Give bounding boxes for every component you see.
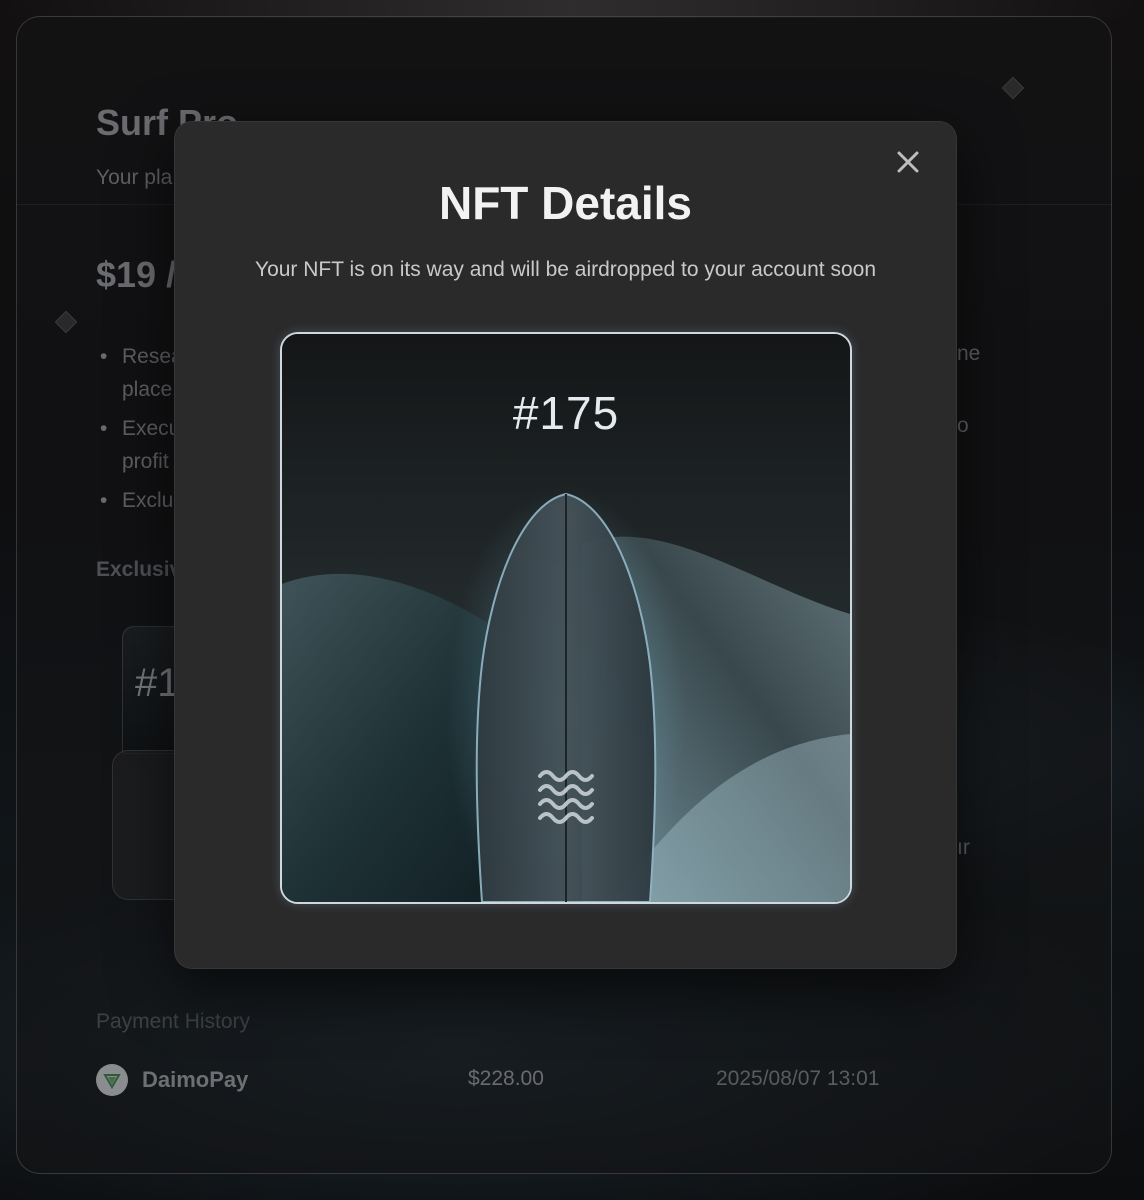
payment-amount: $228.00 <box>468 1067 544 1090</box>
feature-text: Exclu <box>122 489 174 512</box>
exclusive-label: Exclusiv <box>96 558 182 581</box>
nft-image-card: #175 <box>280 332 852 904</box>
close-button[interactable] <box>892 146 924 178</box>
payment-provider: DaimoPay <box>142 1067 249 1092</box>
feature-text-right: o <box>957 414 969 437</box>
daimopay-logo-icon <box>96 1064 128 1096</box>
feature-text-line2: profit <box>122 450 169 473</box>
feature-text-right: ne <box>957 342 981 365</box>
payment-date: 2025/08/07 13:01 <box>716 1067 880 1090</box>
modal-subtitle: Your NFT is on its way and will be airdr… <box>254 258 876 281</box>
feature-text: Execu <box>122 417 181 440</box>
modal-title: NFT Details <box>438 177 693 229</box>
payment-row: DaimoPay $228.00 2025/08/07 13:01 <box>96 1062 956 1098</box>
plan-subtitle: Your pla <box>96 166 173 189</box>
nft-preview-number: #1 <box>135 661 180 705</box>
nft-details-modal: NFT Details Your NFT is on its way and w… <box>174 121 957 969</box>
payment-history-label: Payment History <box>96 1010 251 1033</box>
nft-number: #175 <box>512 387 620 439</box>
close-icon <box>897 151 919 173</box>
feature-text-line2: place <box>122 378 173 401</box>
plan-price: $19 / <box>96 254 177 295</box>
background-text-fragment: ır <box>957 836 970 859</box>
